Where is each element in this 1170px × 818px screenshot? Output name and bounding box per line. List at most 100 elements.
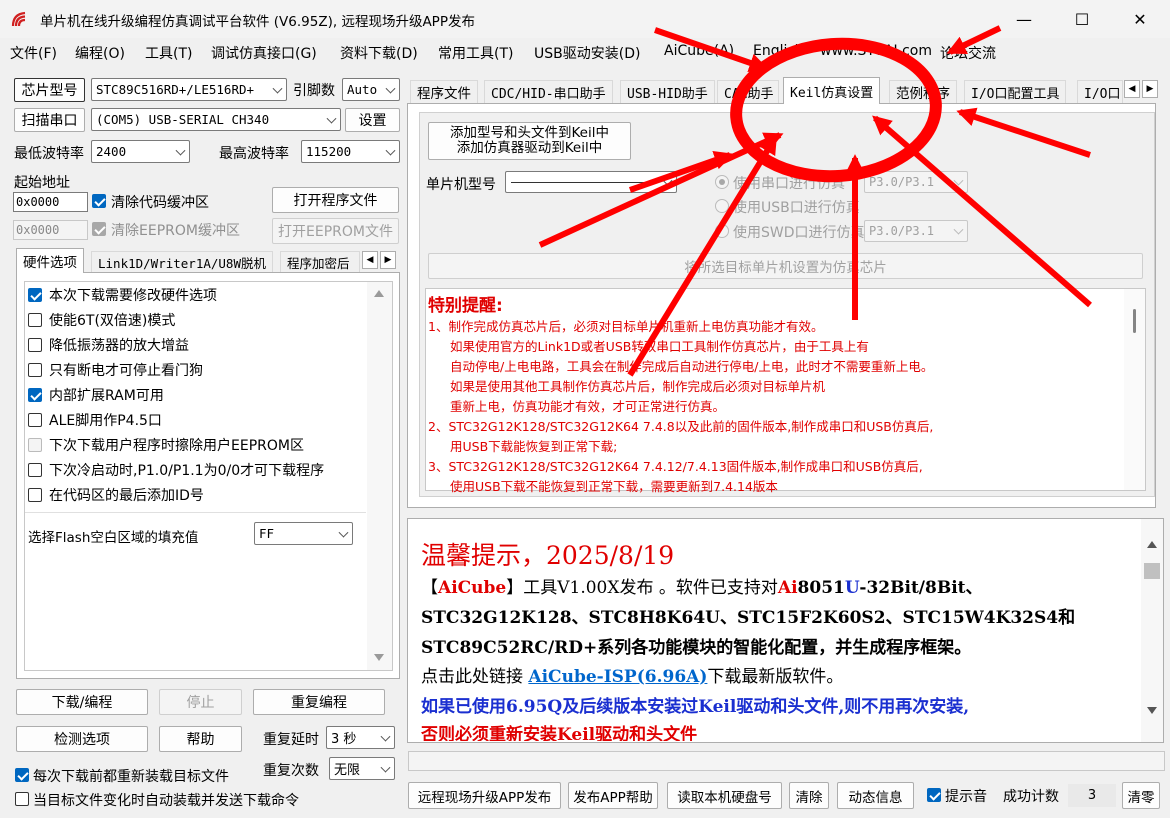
stop-button[interactable]: 停止	[159, 689, 242, 715]
menu-usb-driver[interactable]: USB驱动安装(D)	[534, 43, 640, 63]
hardware-option-checkbox[interactable]	[28, 488, 42, 502]
tips-u-suffix: U	[844, 578, 860, 598]
code-start-address-input[interactable]: 0x0000	[13, 192, 88, 212]
eeprom-start-address-input[interactable]: 0x0000	[13, 220, 88, 240]
tab-examples[interactable]: 范例程序	[889, 80, 957, 103]
open-eeprom-file-button[interactable]: 打开EEPROM文件	[272, 218, 399, 244]
tab-cdc-hid-serial[interactable]: CDC/HID-串口助手	[484, 80, 613, 103]
hardware-option-item[interactable]: 使能6T(双倍速)模式	[28, 309, 175, 331]
radio-serial-simulation[interactable]	[715, 175, 729, 189]
mcu-model-select[interactable]	[505, 171, 677, 193]
min-baud-select[interactable]: 2400	[91, 140, 190, 163]
tips-line-aicube: 【AiCube】工具V1.00X发布 。软件已支持对Ai8051U-32Bit/…	[421, 573, 983, 598]
hardware-option-item[interactable]: 降低振荡器的放大增益	[28, 334, 189, 356]
repeat-delay-select[interactable]: 3 秒	[326, 726, 395, 749]
tab-hardware-options[interactable]: 硬件选项	[16, 248, 84, 273]
sound-checkbox[interactable]	[927, 788, 941, 802]
tips-scroll-thumb[interactable]	[1144, 563, 1160, 579]
min-baud-label: 最低波特率	[14, 146, 84, 162]
max-baud-select[interactable]: 115200	[301, 140, 400, 163]
hardware-option-checkbox[interactable]	[28, 288, 42, 302]
minimize-button[interactable]: —	[995, 0, 1053, 38]
menu-website[interactable]: www.STCAI.com	[820, 43, 932, 59]
hardware-option-item[interactable]: 在代码区的最后添加ID号	[28, 484, 204, 506]
hardware-option-item[interactable]: 只有断电才可停止看门狗	[28, 359, 203, 381]
hardware-option-item[interactable]: 内部扩展RAM可用	[28, 384, 164, 406]
auto-send-on-change-checkbox[interactable]	[15, 792, 29, 806]
hardware-option-checkbox[interactable]	[28, 463, 42, 477]
download-program-button[interactable]: 下载/编程	[16, 689, 148, 715]
hardware-option-checkbox[interactable]	[28, 313, 42, 327]
scroll-down-arrow-icon[interactable]	[374, 654, 384, 661]
tab-usb-hid[interactable]: USB-HID助手	[620, 80, 715, 103]
add-keil-headers-button[interactable]: 添加型号和头文件到Keil中 添加仿真器驱动到Keil中	[428, 122, 631, 160]
tips-scrollbar[interactable]	[1141, 519, 1163, 742]
chip-model-select[interactable]: STC89C516RD+/LE516RD+	[91, 78, 287, 101]
tips-scroll-up-icon[interactable]	[1147, 541, 1157, 548]
hardware-option-checkbox[interactable]	[28, 388, 42, 402]
aicube-isp-download-link[interactable]: AiCube-ISP(6.96A)	[528, 667, 707, 687]
menu-english[interactable]: English	[753, 43, 804, 59]
repeat-count-select[interactable]: 无限	[329, 757, 395, 780]
menu-tools[interactable]: 工具(T)	[145, 43, 192, 63]
reload-before-download-checkbox[interactable]	[15, 768, 29, 782]
hardware-option-checkbox[interactable]	[28, 338, 42, 352]
flash-fill-select[interactable]: FF	[254, 522, 353, 545]
hardware-option-checkbox[interactable]	[28, 438, 42, 452]
tab-io-more[interactable]: I/O口	[1077, 80, 1123, 103]
right-tab-scroll-right-icon[interactable]: ▶	[1142, 80, 1158, 98]
read-disk-id-button[interactable]: 读取本机硬盘号	[667, 782, 782, 809]
dynamic-info-button[interactable]: 动态信息	[837, 782, 914, 809]
serial-pins-select[interactable]: P3.0/P3.1	[864, 171, 968, 193]
serial-port-select[interactable]: (COM5) USB-SERIAL CH340	[91, 108, 341, 131]
menu-aicube[interactable]: AiCube(A)	[664, 43, 734, 59]
radio-swd-simulation[interactable]	[715, 224, 729, 238]
maximize-button[interactable]: ☐	[1053, 0, 1111, 38]
app-help-button[interactable]: 发布APP帮助	[568, 782, 658, 809]
notice-scrollbar[interactable]	[1124, 289, 1145, 490]
clear-code-buffer-checkbox[interactable]	[92, 194, 106, 208]
notice-scroll-thumb[interactable]	[1133, 309, 1136, 333]
check-options-button[interactable]: 检测选项	[16, 726, 148, 752]
tab-keil-simulation[interactable]: Keil仿真设置	[783, 77, 881, 104]
clear-log-button[interactable]: 清除	[789, 782, 829, 809]
close-button[interactable]: ✕	[1111, 0, 1169, 38]
scan-port-button[interactable]: 扫描串口	[14, 108, 85, 132]
hardware-option-item[interactable]: 下次下载用户程序时擦除用户EEPROM区	[28, 434, 304, 456]
hardware-option-item[interactable]: ALE脚用作P4.5口	[28, 409, 162, 431]
menu-debug[interactable]: 调试仿真接口(G)	[211, 43, 317, 63]
menu-common-tools[interactable]: 常用工具(T)	[438, 43, 513, 63]
clear-eeprom-buffer-checkbox[interactable]	[92, 222, 106, 236]
hardware-option-checkbox[interactable]	[28, 363, 42, 377]
remote-upgrade-app-button[interactable]: 远程现场升级APP发布	[408, 782, 561, 809]
tab-program-encryption[interactable]: 程序加密后	[280, 251, 360, 273]
menu-download[interactable]: 资料下载(D)	[340, 43, 418, 63]
chip-model-button[interactable]: 芯片型号	[14, 78, 85, 102]
menu-forum[interactable]: 论坛交流	[940, 43, 996, 63]
tab-program-file[interactable]: 程序文件	[410, 80, 478, 103]
help-button[interactable]: 帮助	[159, 726, 242, 752]
set-simulation-chip-button[interactable]: 将所选目标单片机设置为仿真芯片	[428, 253, 1143, 279]
hardware-option-checkbox[interactable]	[28, 413, 42, 427]
radio-usb-simulation[interactable]	[715, 199, 729, 213]
menu-file[interactable]: 文件(F)	[10, 43, 57, 63]
right-tab-scroll-left-icon[interactable]: ◀	[1124, 80, 1140, 98]
open-program-file-button[interactable]: 打开程序文件	[272, 187, 399, 213]
menu-program[interactable]: 编程(O)	[75, 43, 125, 63]
pin-count-select[interactable]: Auto	[342, 78, 400, 101]
tab-scroll-right-icon[interactable]: ▶	[380, 251, 396, 269]
tab-link1d-offline[interactable]: Link1D/Writer1A/U8W脱机	[91, 251, 273, 273]
tab-scroll-left-icon[interactable]: ◀	[362, 251, 378, 269]
radio-swd-label: 使用SWD口进行仿真	[733, 225, 865, 241]
repeat-program-button[interactable]: 重复编程	[253, 689, 385, 715]
settings-button[interactable]: 设置	[345, 108, 400, 132]
hardware-option-item[interactable]: 本次下载需要修改硬件选项	[28, 284, 217, 306]
tab-can-helper[interactable]: CAN助手	[717, 80, 779, 103]
hardware-option-item[interactable]: 下次冷启动时,P1.0/P1.1为0/0才可下载程序	[28, 459, 324, 481]
tab-io-config[interactable]: I/O口配置工具	[964, 80, 1067, 103]
options-scrollbar[interactable]	[367, 282, 392, 670]
tips-scroll-down-icon[interactable]	[1147, 707, 1157, 714]
scroll-up-arrow-icon[interactable]	[374, 290, 384, 297]
swd-pins-select[interactable]: P3.0/P3.1	[864, 220, 968, 242]
reset-count-button[interactable]: 清零	[1122, 782, 1160, 809]
